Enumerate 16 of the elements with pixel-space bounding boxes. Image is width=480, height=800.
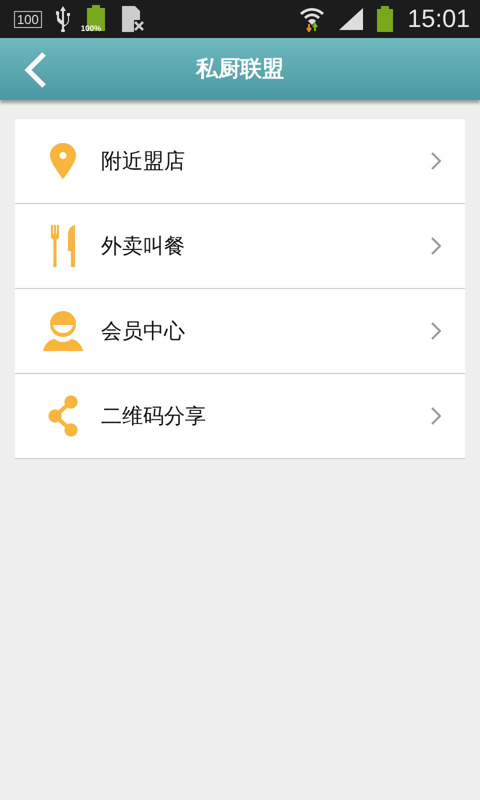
chevron-right-icon — [431, 407, 441, 425]
fork-and-knife-icon — [51, 225, 75, 267]
person-icon — [43, 311, 83, 351]
chevron-right-icon — [431, 152, 441, 170]
wifi-icon — [299, 6, 326, 32]
signal-icon — [339, 8, 364, 30]
clock-time: 15:01 — [407, 4, 470, 34]
sim-card-icon — [122, 6, 144, 32]
chevron-right-icon — [431, 322, 441, 340]
usb-icon — [56, 6, 70, 32]
battery-icon — [377, 6, 394, 32]
chevron-right-icon — [431, 237, 441, 255]
notification-badge: 100 — [14, 10, 42, 28]
page-title: 私厨联盟 — [196, 56, 284, 84]
share-icon — [48, 395, 78, 437]
location-pin-icon — [50, 143, 76, 179]
